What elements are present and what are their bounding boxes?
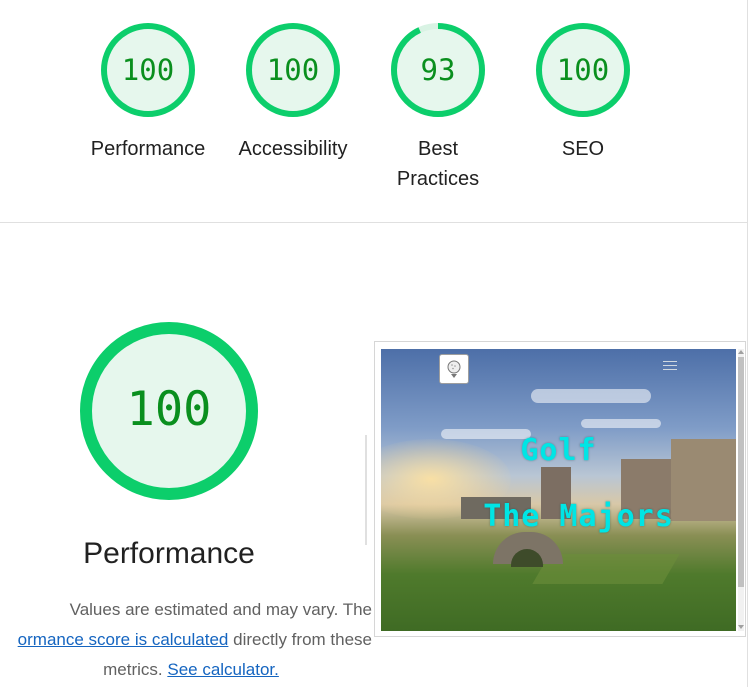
description-text: directly from these (228, 630, 372, 649)
performance-gauge: 100 (78, 320, 260, 502)
scroll-up-arrow-icon[interactable] (738, 350, 744, 354)
gauge-label: Accessibility (238, 138, 348, 160)
final-screenshot[interactable]: Golf The Majors (374, 341, 746, 637)
description-line: metrics. See calculator. (0, 655, 372, 685)
gauge-best-practices[interactable]: 93 Best Practices (368, 20, 508, 194)
gauge-label: Performance (90, 138, 206, 160)
performance-title: Performance (83, 537, 255, 570)
site-logo[interactable] (439, 354, 469, 384)
screenshot-scrollbar[interactable] (738, 349, 744, 631)
gauge-score: 93 (420, 53, 456, 87)
gauge-performance[interactable]: 100 Performance (78, 20, 218, 164)
performance-description: Values are estimated and may vary. The o… (0, 595, 372, 685)
hero-title-line1: Golf (520, 433, 597, 468)
gauge-label-line: Practices (396, 168, 480, 190)
cloud (531, 389, 651, 403)
description-text: Values are estimated and may vary. The (69, 600, 372, 619)
score-calculation-link[interactable]: ormance score is calculated (18, 630, 229, 649)
hero-title-line2: The Majors (483, 499, 674, 534)
vertical-separator (365, 435, 367, 545)
category-gauges: 100 Performance 100 Accessibility 93 Bes… (0, 0, 747, 222)
gauge-score: 100 (556, 53, 610, 87)
see-calculator-link[interactable]: See calculator. (167, 660, 279, 679)
gauge-score: 100 (266, 53, 320, 87)
section-divider (0, 222, 747, 223)
hamburger-menu-icon[interactable] (663, 361, 677, 373)
gauge-label: SEO (561, 138, 605, 160)
scroll-thumb[interactable] (738, 357, 744, 587)
description-line: Values are estimated and may vary. The (0, 595, 372, 625)
scroll-down-arrow-icon[interactable] (738, 625, 744, 629)
gauge-label-line: Best (417, 138, 459, 160)
description-line: ormance score is calculated directly fro… (0, 625, 372, 655)
gauge-seo[interactable]: 100 SEO (513, 20, 653, 164)
gauge-accessibility[interactable]: 100 Accessibility (223, 20, 363, 164)
description-text: metrics. (103, 660, 168, 679)
gauge-score: 100 (121, 53, 175, 87)
gauge-label: Best Practices (368, 134, 508, 194)
performance-score: 100 (126, 382, 212, 437)
screenshot-image: Golf The Majors (381, 349, 736, 631)
cloud (581, 419, 661, 428)
golf-ball-icon (447, 360, 461, 378)
